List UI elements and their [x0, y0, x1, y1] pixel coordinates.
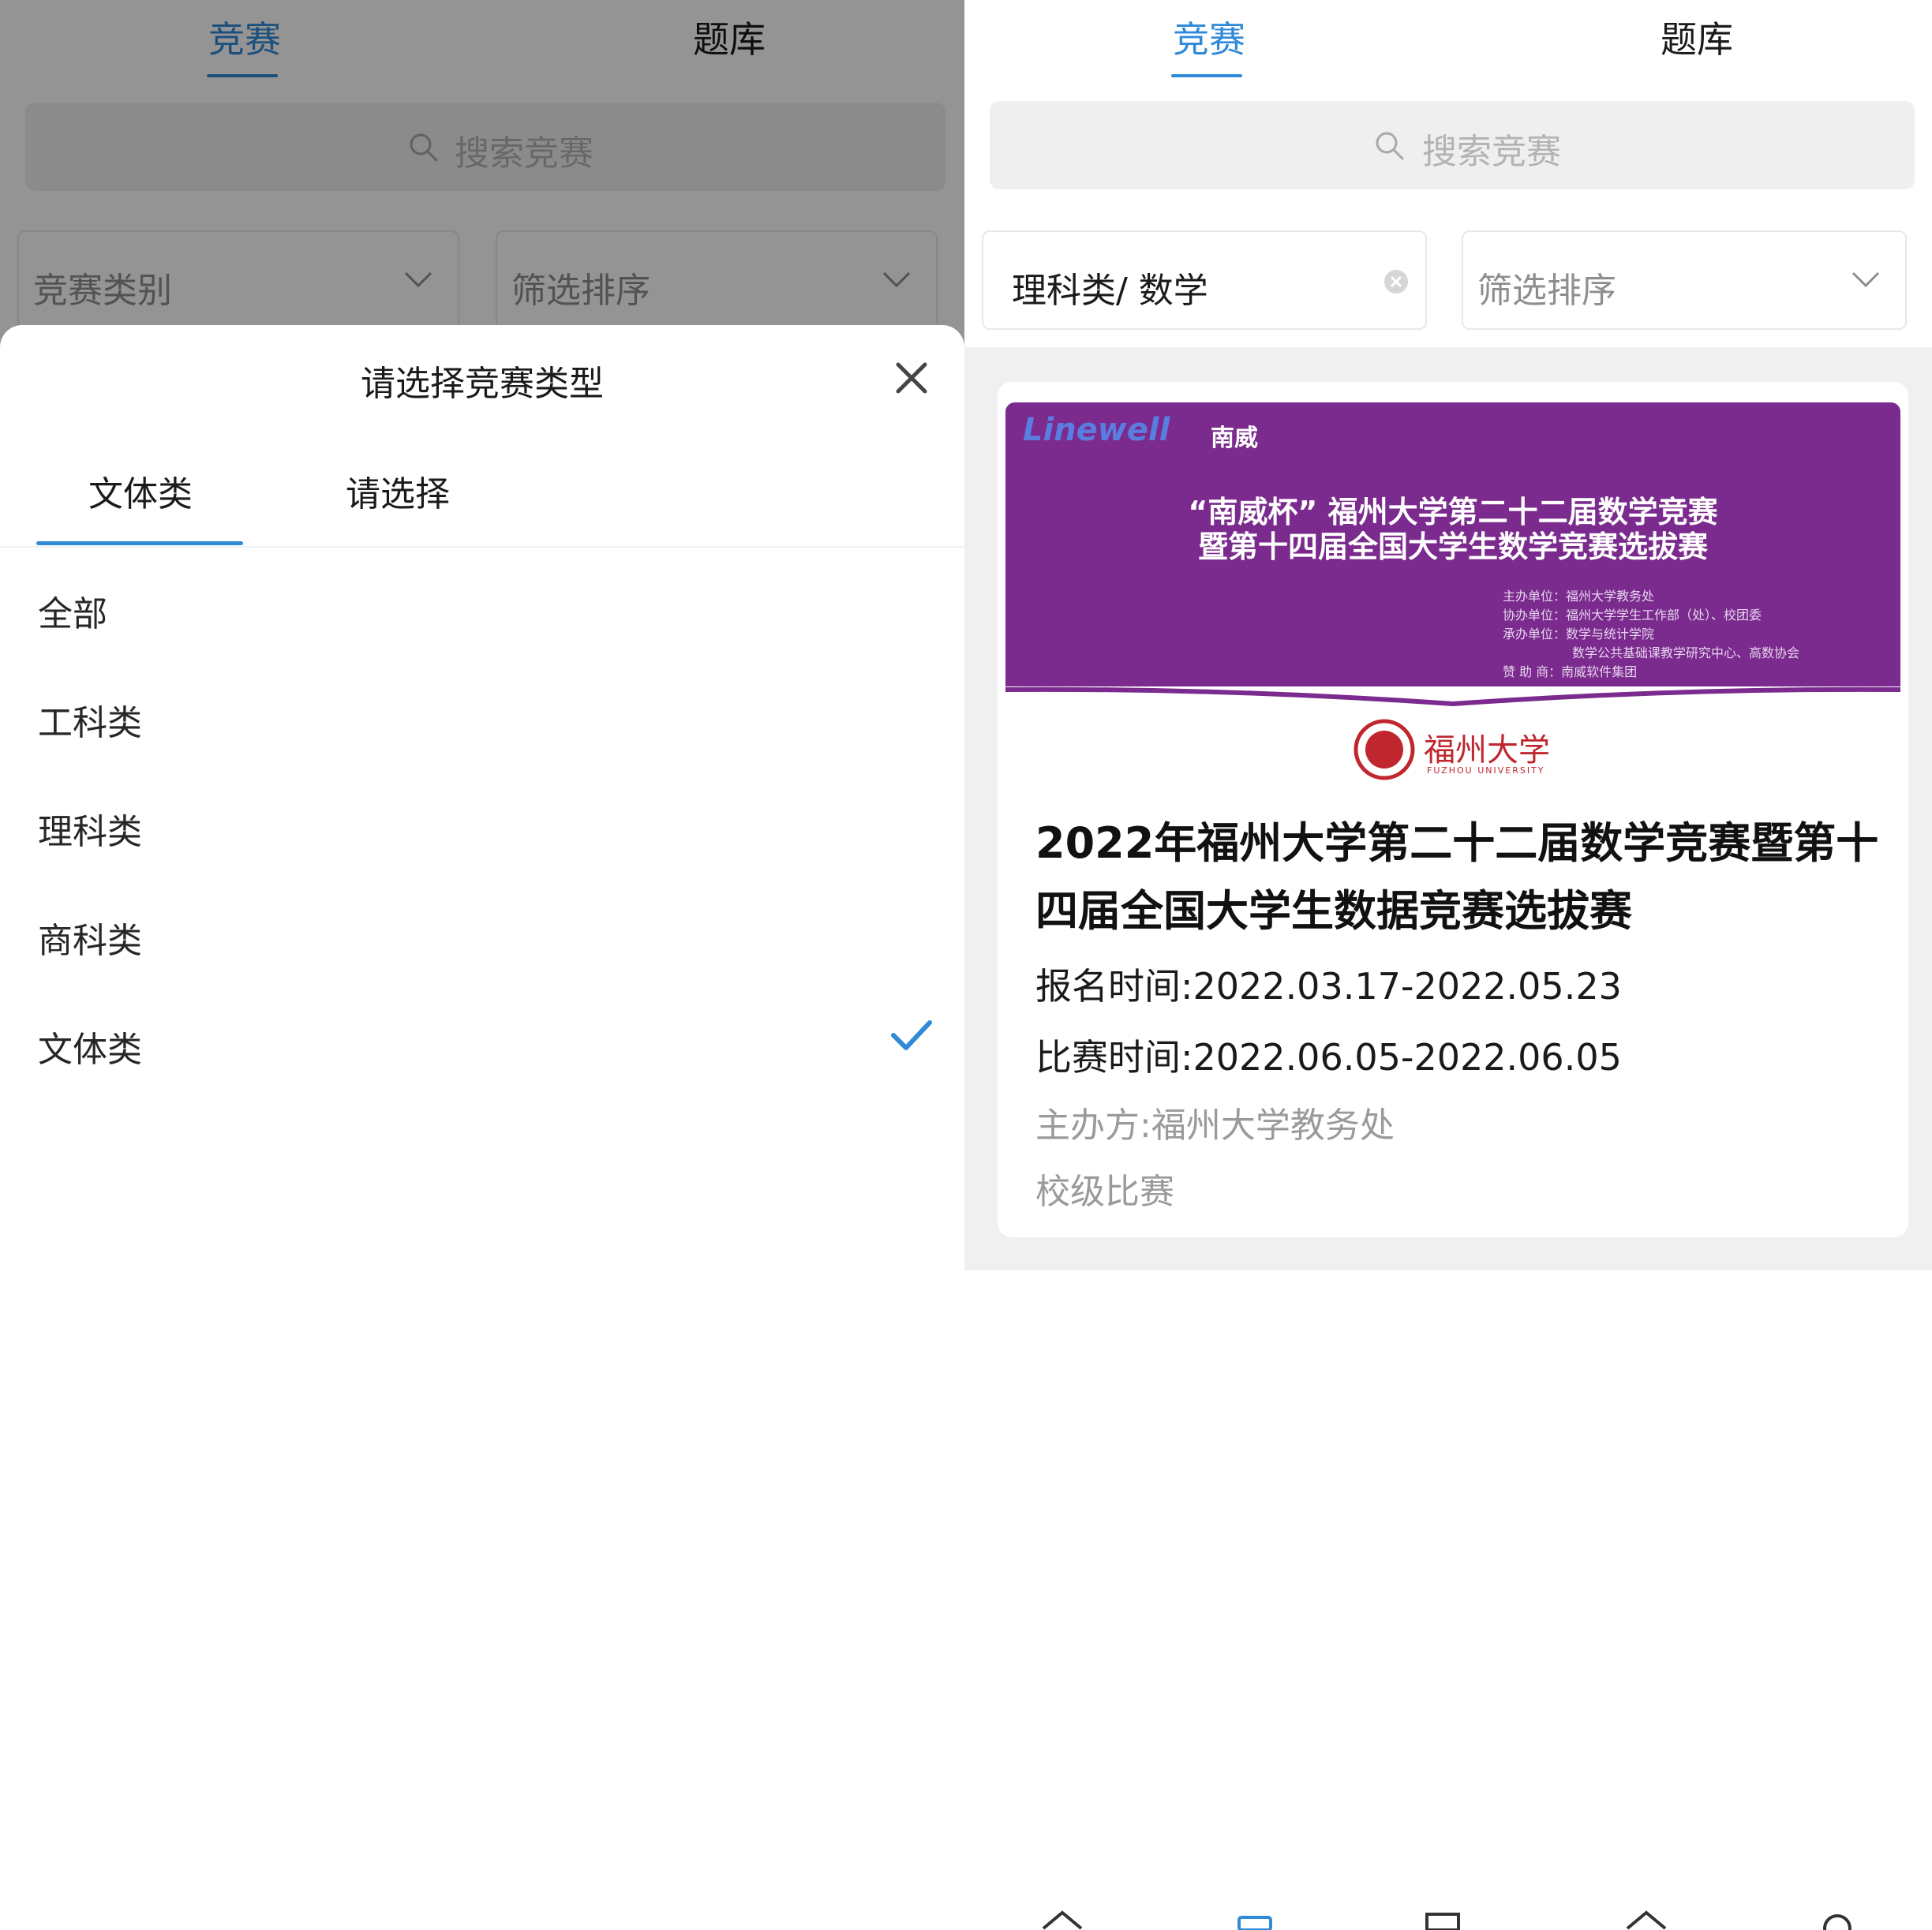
tab-indicator [1171, 74, 1242, 77]
match-time: 比赛时间:2022.06.05-2022.06.05 [1035, 1036, 1622, 1079]
category-dropdown[interactable]: 理科类/ 数学 [982, 230, 1427, 330]
linewell-logo-cn: 南威 [1211, 425, 1258, 452]
linewell-logo: Linewell [1023, 412, 1170, 448]
banner-coorganizer: 协办单位：福州大学学生工作部（处）、校团委 [1503, 608, 1762, 623]
right-screen: 竞赛 题库 搜索竞赛 理科类/ 数学 筛选排序 Linewell 南威 “南威杯 [964, 0, 1932, 1930]
sheet-tab-indicator [36, 541, 243, 545]
option-engineering[interactable]: 工科类 [38, 694, 142, 745]
option-arts-sports[interactable]: 文体类 [38, 1021, 142, 1072]
sheet-title: 请选择竞赛类型 [361, 364, 604, 404]
university-name-en: FUZHOU UNIVERSITY [1427, 765, 1545, 776]
university-seal [1354, 719, 1415, 780]
option-business[interactable]: 商科类 [38, 912, 142, 963]
option-all[interactable]: 全部 [38, 585, 107, 636]
competition-icon[interactable] [1231, 1909, 1279, 1930]
tab-question-bank[interactable]: 题库 [1661, 11, 1733, 63]
category-picker-sheet: 请选择竞赛类型 文体类 请选择 全部 工科类 理科类 商科类 文体类 [0, 325, 964, 1930]
book-divider [1005, 686, 1900, 707]
banner-organizer: 主办单位：福州大学教务处 [1503, 589, 1655, 604]
search-placeholder: 搜索竞赛 [1422, 132, 1561, 172]
banner-heading-2: 暨第十四届全国大学生数学竞赛选拔赛 [1197, 529, 1708, 564]
profile-icon[interactable] [1814, 1909, 1861, 1930]
banner-sponsor: 赞 助 商：南威软件集团 [1503, 664, 1638, 679]
sort-label: 筛选排序 [1477, 271, 1616, 311]
chevron-down-icon [1852, 271, 1880, 288]
banner-background: Linewell 南威 “南威杯” 福州大学第二十二届数学竞赛 暨第十四届全国大… [1005, 402, 1900, 686]
search-input[interactable]: 搜索竞赛 [990, 101, 1915, 189]
home-icon[interactable] [1039, 1909, 1086, 1930]
divider [0, 546, 964, 548]
signup-time: 报名时间:2022.03.17-2022.05.23 [1035, 965, 1622, 1008]
search-icon [1376, 132, 1404, 160]
level-badge: 校级比赛 [1035, 1172, 1174, 1212]
close-icon[interactable] [893, 360, 930, 396]
competition-card[interactable]: Linewell 南威 “南威杯” 福州大学第二十二届数学竞赛 暨第十四届全国大… [998, 382, 1908, 1237]
left-screen: 竞赛 题库 搜索竞赛 竞赛类别 筛选排序 请选择竞赛类型 文体类 请选择 全部 … [0, 0, 964, 1930]
category-value: 理科类/ 数学 [1012, 271, 1208, 311]
competition-banner: Linewell 南威 “南威杯” 福州大学第二十二届数学竞赛 暨第十四届全国大… [1005, 402, 1900, 780]
top-tabs: 竞赛 题库 [964, 0, 1932, 79]
university-name: 福州大学 [1424, 732, 1550, 769]
sheet-tab-level1[interactable]: 文体类 [88, 466, 193, 516]
tab-competition[interactable]: 竞赛 [1173, 11, 1245, 63]
banner-host: 承办单位：数学与统计学院 [1503, 627, 1655, 641]
clear-icon[interactable] [1383, 268, 1410, 295]
check-icon [891, 1020, 932, 1050]
competition-title: 2022年福州大学第二十二届数学竞赛暨第十四届全国大学生数据竞赛选拔赛 [1035, 818, 1879, 936]
organizer: 主办方:福州大学教务处 [1035, 1105, 1395, 1146]
sort-dropdown[interactable]: 筛选排序 [1462, 230, 1907, 330]
banner-host-2: 数学公共基础课教学研究中心、高数协会 [1572, 645, 1800, 660]
bank-icon[interactable] [1422, 1909, 1470, 1930]
option-science[interactable]: 理科类 [38, 803, 142, 854]
sheet-tab-level2[interactable]: 请选择 [346, 466, 450, 516]
message-icon[interactable] [1623, 1909, 1670, 1930]
